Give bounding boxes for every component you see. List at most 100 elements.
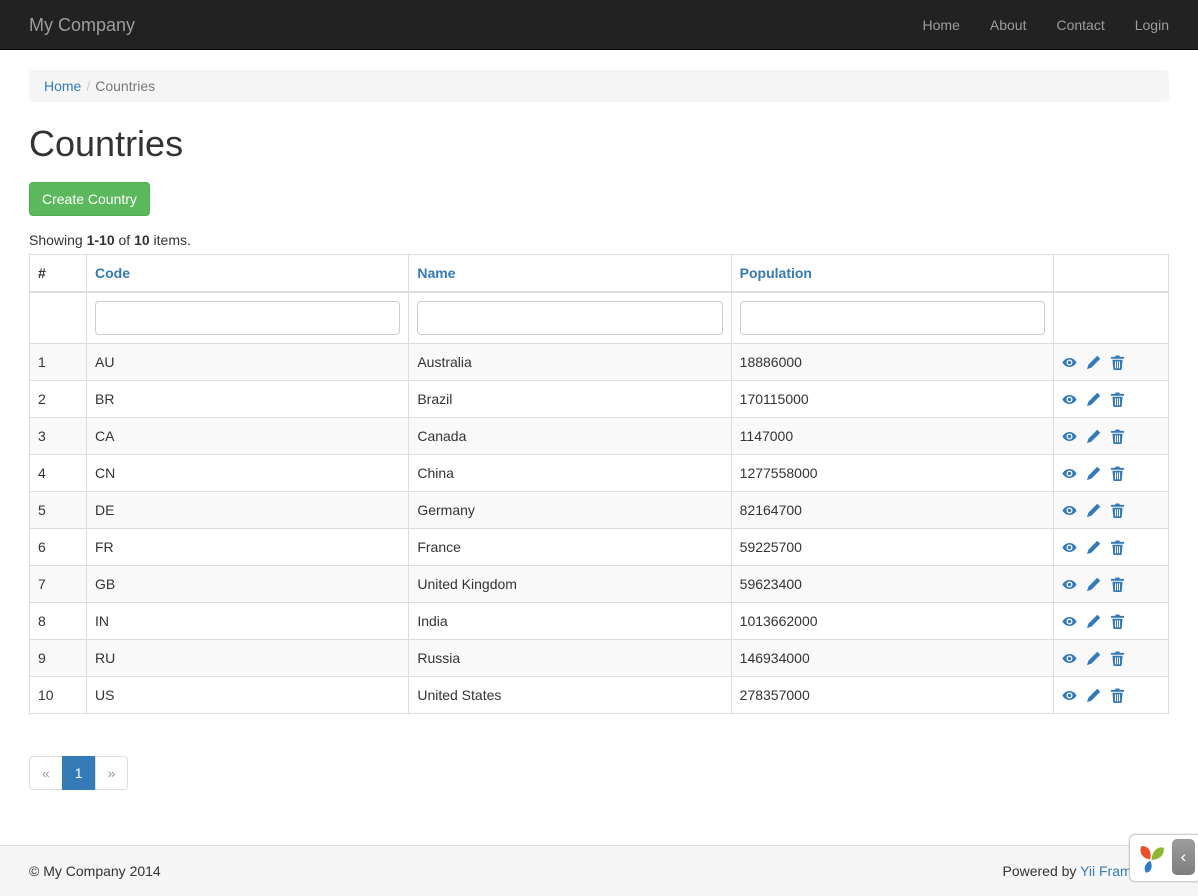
brand-link[interactable]: My Company [29,0,150,50]
navbar: My Company Home About Contact Login [0,0,1198,50]
row-actions [1054,491,1169,528]
summary-middle: of [115,232,134,248]
create-country-button[interactable]: Create Country [29,182,150,216]
view-icon[interactable] [1062,426,1077,446]
row-code: BR [87,380,409,417]
row-actions [1054,528,1169,565]
delete-icon[interactable] [1110,611,1125,631]
view-icon[interactable] [1062,463,1077,483]
page-title: Countries [29,124,1169,164]
row-name: France [409,528,731,565]
powered-by-text: Powered by [1002,863,1080,879]
row-actions [1054,454,1169,491]
view-icon[interactable] [1062,389,1077,409]
row-name: Australia [409,343,731,380]
row-code: CA [87,417,409,454]
view-icon[interactable] [1062,352,1077,372]
delete-icon[interactable] [1110,426,1125,446]
countries-table: # Code Name Population 1AUAustralia18886… [29,254,1169,714]
delete-icon[interactable] [1110,685,1125,705]
table-header-row: # Code Name Population [30,254,1169,292]
update-icon[interactable] [1086,463,1101,483]
nav-item-home[interactable]: Home [908,0,975,50]
row-index: 10 [30,676,87,713]
population-filter-input[interactable] [740,301,1045,335]
row-population: 59623400 [731,565,1053,602]
row-population: 170115000 [731,380,1053,417]
delete-icon[interactable] [1110,500,1125,520]
code-filter-input[interactable] [95,301,400,335]
summary-total: 10 [134,232,150,248]
row-code: AU [87,343,409,380]
delete-icon[interactable] [1110,537,1125,557]
debug-collapse-button[interactable]: ‹ [1172,839,1195,875]
grid-summary: Showing 1-10 of 10 items. [29,232,1169,248]
view-icon[interactable] [1062,537,1077,557]
debug-toolbar-toggle: ‹ [1129,834,1198,882]
row-actions [1054,602,1169,639]
update-icon[interactable] [1086,426,1101,446]
row-name: Canada [409,417,731,454]
row-actions [1054,417,1169,454]
update-icon[interactable] [1086,389,1101,409]
pagination-page-1[interactable]: 1 [62,756,96,790]
row-index: 5 [30,491,87,528]
sort-population-link[interactable]: Population [740,265,812,281]
row-index: 8 [30,602,87,639]
delete-icon[interactable] [1110,352,1125,372]
delete-icon[interactable] [1110,648,1125,668]
delete-icon[interactable] [1110,389,1125,409]
update-icon[interactable] [1086,352,1101,372]
pagination-next[interactable]: » [95,756,129,790]
row-index: 2 [30,380,87,417]
sort-code-link[interactable]: Code [95,265,130,281]
table-row: 10USUnited States278357000 [30,676,1169,713]
footer: © My Company 2014 Powered by Yii Framewo… [0,845,1198,896]
nav-item-contact[interactable]: Contact [1041,0,1119,50]
row-actions [1054,380,1169,417]
table-row: 1AUAustralia18886000 [30,343,1169,380]
sort-name-link[interactable]: Name [417,265,455,281]
view-icon[interactable] [1062,685,1077,705]
row-code: GB [87,565,409,602]
row-name: United States [409,676,731,713]
row-population: 1147000 [731,417,1053,454]
row-name: India [409,602,731,639]
row-code: CN [87,454,409,491]
table-row: 6FRFrance59225700 [30,528,1169,565]
nav-item-about[interactable]: About [975,0,1042,50]
summary-suffix: items. [150,232,191,248]
view-icon[interactable] [1062,500,1077,520]
delete-icon[interactable] [1110,463,1125,483]
update-icon[interactable] [1086,611,1101,631]
row-actions [1054,676,1169,713]
row-actions [1054,565,1169,602]
row-population: 82164700 [731,491,1053,528]
row-name: United Kingdom [409,565,731,602]
row-code: US [87,676,409,713]
row-index: 3 [30,417,87,454]
table-row: 2BRBrazil170115000 [30,380,1169,417]
summary-prefix: Showing [29,232,87,248]
summary-range: 1-10 [87,232,115,248]
delete-icon[interactable] [1110,574,1125,594]
update-icon[interactable] [1086,685,1101,705]
update-icon[interactable] [1086,648,1101,668]
row-code: IN [87,602,409,639]
table-row: 4CNChina1277558000 [30,454,1169,491]
row-index: 1 [30,343,87,380]
view-icon[interactable] [1062,611,1077,631]
header-name: Name [409,254,731,292]
update-icon[interactable] [1086,500,1101,520]
update-icon[interactable] [1086,574,1101,594]
breadcrumb: Home/Countries [29,70,1169,102]
view-icon[interactable] [1062,574,1077,594]
nav-item-login[interactable]: Login [1120,0,1169,50]
row-population: 59225700 [731,528,1053,565]
name-filter-input[interactable] [417,301,722,335]
pagination-prev[interactable]: « [29,756,63,790]
breadcrumb-home-link[interactable]: Home [44,78,81,94]
view-icon[interactable] [1062,648,1077,668]
update-icon[interactable] [1086,537,1101,557]
row-code: RU [87,639,409,676]
